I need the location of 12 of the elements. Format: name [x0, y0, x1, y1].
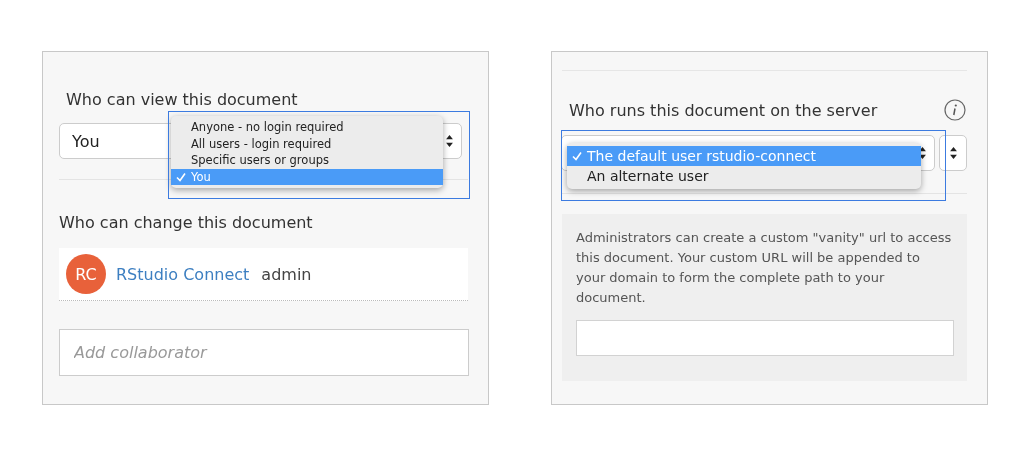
section-heading: Who runs this document on the server	[569, 100, 878, 120]
section-heading: Who can change this document	[59, 213, 314, 232]
avatar: RC	[66, 254, 106, 294]
dropdown-option[interactable]: Anyone - no login required	[171, 119, 443, 136]
dropdown-option[interactable]: All users - login required	[171, 135, 443, 152]
section-heading: Who can view this document	[66, 90, 299, 109]
role-label: admin	[261, 264, 312, 284]
description-text: Administrators can create a custom "vanity" url to access this document. Your custom URL will be appended to your domain to form the complete path to your document.	[576, 229, 953, 307]
dropdown-option[interactable]: An alternate user	[567, 166, 921, 186]
dropdown-option[interactable]: Specific users or groups	[171, 152, 443, 169]
collaborator-link[interactable]: RStudio Connect	[116, 264, 250, 284]
collaborator-input[interactable]: Add collaborator	[59, 329, 469, 376]
